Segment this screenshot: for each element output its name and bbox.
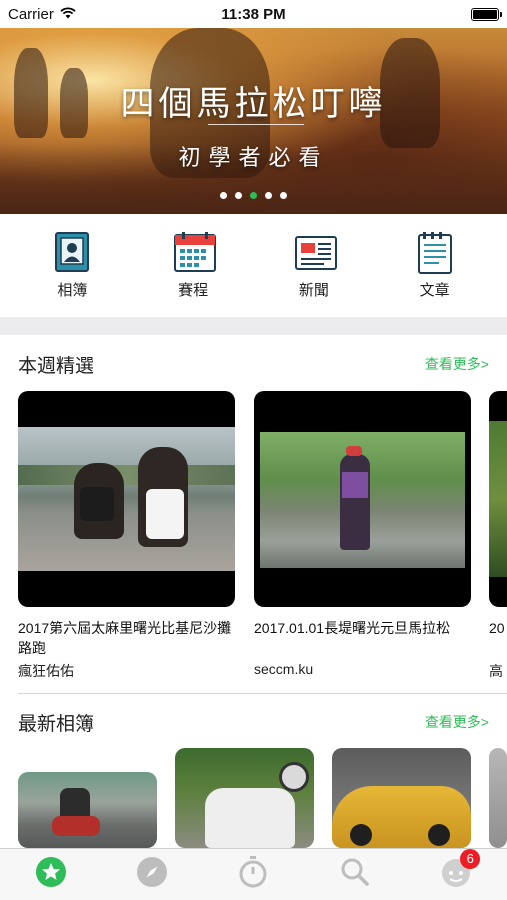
albums-header: 最新相簿 查看更多> — [0, 702, 507, 742]
weekly-more-link[interactable]: 查看更多> — [425, 354, 489, 374]
status-time: 11:38 PM — [221, 5, 286, 23]
section-gap — [0, 317, 507, 335]
search-icon — [340, 857, 370, 892]
compass-icon — [136, 856, 168, 893]
tab-featured[interactable] — [31, 855, 71, 895]
banner-divider — [208, 124, 304, 125]
quick-nav-articles-label: 文章 — [419, 282, 450, 299]
card-author: seccm.ku — [254, 661, 314, 677]
quick-nav-news-label: 新聞 — [298, 282, 329, 299]
album-thumbnail[interactable] — [489, 748, 507, 848]
quick-nav-articles[interactable]: 文章 — [395, 231, 475, 300]
tab-bar: 6 — [0, 848, 507, 900]
card-caption: 2017第六屆太麻里曙光比基尼沙攤路跑 — [18, 620, 232, 656]
album-thumbnail[interactable] — [175, 748, 314, 848]
card-photo-frame — [18, 391, 235, 607]
weekly-header: 本週精選 查看更多> — [0, 344, 507, 384]
card-author: 高 — [489, 663, 503, 679]
page-indicator-dot[interactable] — [235, 192, 242, 199]
banner-title: 四個馬拉松叮嚀 — [120, 84, 387, 124]
album-thumbnail[interactable] — [18, 772, 157, 848]
notification-badge: 6 — [460, 848, 481, 869]
card-photo — [489, 421, 507, 577]
page-indicator-dot[interactable] — [250, 192, 257, 199]
card-photo-frame — [254, 391, 471, 607]
battery-icon — [471, 7, 502, 21]
card-caption: 20 北 — [489, 620, 507, 636]
status-left: Carrier — [8, 6, 76, 23]
tab-search[interactable] — [335, 855, 375, 895]
section-divider — [18, 693, 507, 694]
card-photo — [18, 427, 235, 571]
quick-nav-news[interactable]: 新聞 — [274, 231, 354, 300]
card-caption: 2017.01.01長堤曙光元旦馬拉松 — [254, 620, 451, 636]
weekly-card[interactable]: 2017.01.01長堤曙光元旦馬拉松 seccm.ku — [254, 391, 471, 677]
weekly-card[interactable]: 20 北 高 — [489, 391, 507, 681]
calendar-icon — [173, 231, 217, 275]
card-author: 瘋狂佑佑 — [18, 663, 74, 679]
star-icon — [35, 856, 67, 893]
quick-nav-schedule-label: 賽程 — [178, 282, 209, 299]
page-indicator-dot[interactable] — [220, 192, 227, 199]
banner-subtitle: 初學者必看 — [178, 146, 329, 171]
newspaper-icon — [294, 231, 337, 275]
page-indicator-dot[interactable] — [280, 192, 287, 199]
status-bar: Carrier 11:38 PM — [0, 0, 507, 28]
album-thumbnail[interactable] — [332, 748, 471, 848]
quick-nav-album[interactable]: 相簿 — [32, 231, 112, 300]
carrier-label: Carrier — [8, 5, 54, 23]
card-photo — [260, 432, 465, 568]
hero-banner[interactable]: 四個馬拉松叮嚀 初學者必看 — [0, 28, 507, 214]
quick-nav-album-label: 相簿 — [57, 282, 88, 299]
tab-timer[interactable] — [233, 855, 273, 895]
quick-nav-schedule[interactable]: 賽程 — [153, 231, 233, 300]
weekly-card[interactable]: 2017第六屆太麻里曙光比基尼沙攤路跑 瘋狂佑佑 — [18, 391, 235, 681]
photo-album-icon — [52, 231, 92, 275]
tab-profile[interactable]: 6 — [436, 848, 481, 895]
tab-explore[interactable] — [132, 855, 172, 895]
card-photo-frame — [489, 391, 507, 607]
albums-more-link[interactable]: 查看更多> — [425, 712, 489, 732]
page-indicator[interactable] — [0, 192, 507, 199]
stopwatch-icon — [237, 855, 269, 894]
notebook-icon — [415, 231, 455, 275]
albums-title: 最新相簿 — [18, 713, 95, 735]
quick-nav: 相簿 賽程 新聞 文章 — [0, 214, 507, 317]
weekly-title: 本週精選 — [18, 355, 95, 377]
wifi-icon — [60, 6, 76, 23]
page-indicator-dot[interactable] — [265, 192, 272, 199]
